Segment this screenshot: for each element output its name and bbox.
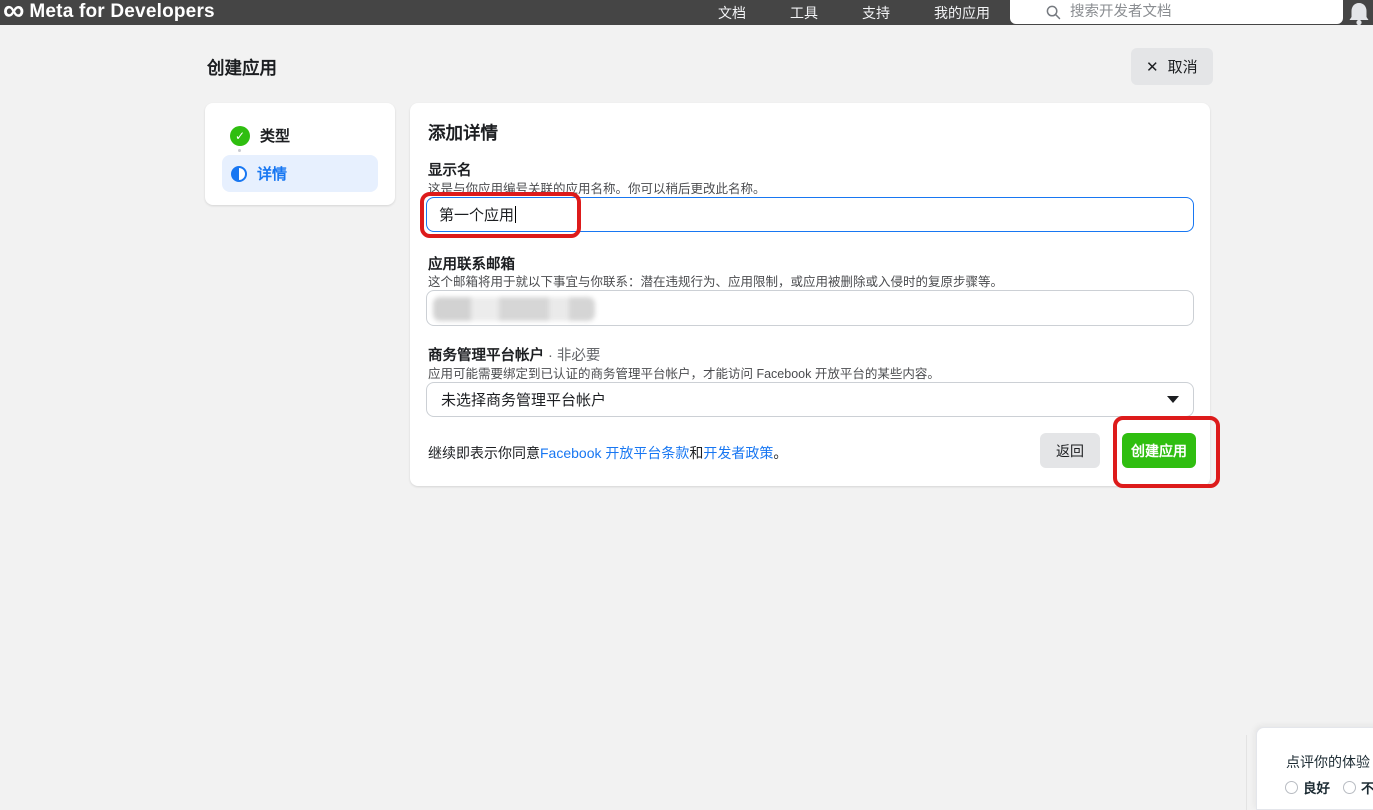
business-account-select[interactable]: 未选择商务管理平台帐户 (426, 382, 1194, 417)
search-input[interactable]: 搜索开发者文档 (1010, 0, 1343, 24)
radio-icon (1285, 781, 1298, 794)
business-account-selected-value: 未选择商务管理平台帐户 (441, 389, 606, 410)
display-name-label: 显示名 (428, 159, 472, 180)
form-heading: 添加详情 (428, 120, 498, 145)
steps-sidebar: ✓ 类型 详情 (205, 103, 395, 205)
contact-email-input[interactable] (426, 290, 1194, 326)
create-app-button[interactable]: 创建应用 (1122, 433, 1196, 468)
business-account-description: 应用可能需要绑定到已认证的商务管理平台帐户，才能访问 Facebook 开放平台… (428, 363, 940, 382)
feedback-option-good[interactable]: 良好 (1285, 777, 1330, 797)
developer-policy-link[interactable]: 开发者政策 (703, 445, 773, 461)
text-cursor (515, 206, 516, 223)
back-button[interactable]: 返回 (1040, 433, 1100, 468)
nav-link-tools[interactable]: 工具 (790, 3, 818, 23)
contact-email-description: 这个邮箱将用于就以下事宜与你联系：潜在违规行为、应用限制，或应用被删除或入侵时的… (428, 271, 1003, 290)
feedback-widget: 点评你的体验 良好 不好 (1256, 727, 1373, 810)
step-connector-dot (238, 149, 241, 152)
business-account-label: 商务管理平台帐户 · 非必要 (428, 344, 600, 365)
terms-text: 继续即表示你同意Facebook 开放平台条款和开发者政策。 (428, 443, 787, 463)
notifications-bell-icon[interactable] (1347, 1, 1371, 32)
display-name-description: 这是与你应用编号关联的应用名称。你可以稍后更改此名称。 (428, 178, 766, 197)
meta-developers-logo[interactable]: ∞ Meta for Developers (3, 0, 215, 28)
close-icon: ✕ (1146, 58, 1159, 76)
display-name-input[interactable]: 第一个应用 (426, 197, 1194, 232)
step-in-progress-icon (231, 166, 247, 182)
optional-badge: · 非必要 (544, 348, 600, 364)
feedback-title: 点评你的体验 (1286, 752, 1370, 772)
redacted-email-value (433, 297, 595, 321)
add-details-card: 添加详情 显示名 这是与你应用编号关联的应用名称。你可以稍后更改此名称。 第一个… (410, 103, 1210, 486)
search-placeholder: 搜索开发者文档 (1070, 3, 1172, 21)
step-complete-check-icon: ✓ (230, 126, 250, 146)
cancel-button[interactable]: ✕ 取消 (1131, 48, 1213, 85)
top-navbar: ∞ Meta for Developers 文档 工具 支持 我的应用 搜索开发… (0, 0, 1373, 25)
meta-infinity-icon: ∞ (3, 0, 24, 22)
page-title: 创建应用 (207, 55, 277, 80)
step-details[interactable]: 详情 (222, 155, 378, 192)
search-icon (1046, 5, 1061, 20)
feedback-option-bad[interactable]: 不好 (1343, 777, 1373, 797)
step-details-label: 详情 (257, 163, 287, 184)
radio-icon (1343, 781, 1356, 794)
display-name-value: 第一个应用 (439, 204, 514, 225)
nav-link-docs[interactable]: 文档 (718, 3, 746, 23)
nav-link-support[interactable]: 支持 (862, 3, 890, 23)
step-type[interactable]: ✓ 类型 (230, 125, 290, 146)
chevron-down-icon (1167, 396, 1179, 403)
nav-link-my-apps[interactable]: 我的应用 (934, 3, 990, 23)
step-type-label: 类型 (260, 125, 290, 146)
feedback-options: 良好 不好 (1285, 777, 1373, 797)
feedback-divider (1246, 735, 1247, 810)
navbar-links: 文档 工具 支持 我的应用 (718, 0, 990, 25)
cancel-label: 取消 (1168, 56, 1198, 77)
logo-text: Meta for Developers (29, 1, 214, 23)
platform-terms-link[interactable]: Facebook 开放平台条款 (540, 445, 689, 461)
